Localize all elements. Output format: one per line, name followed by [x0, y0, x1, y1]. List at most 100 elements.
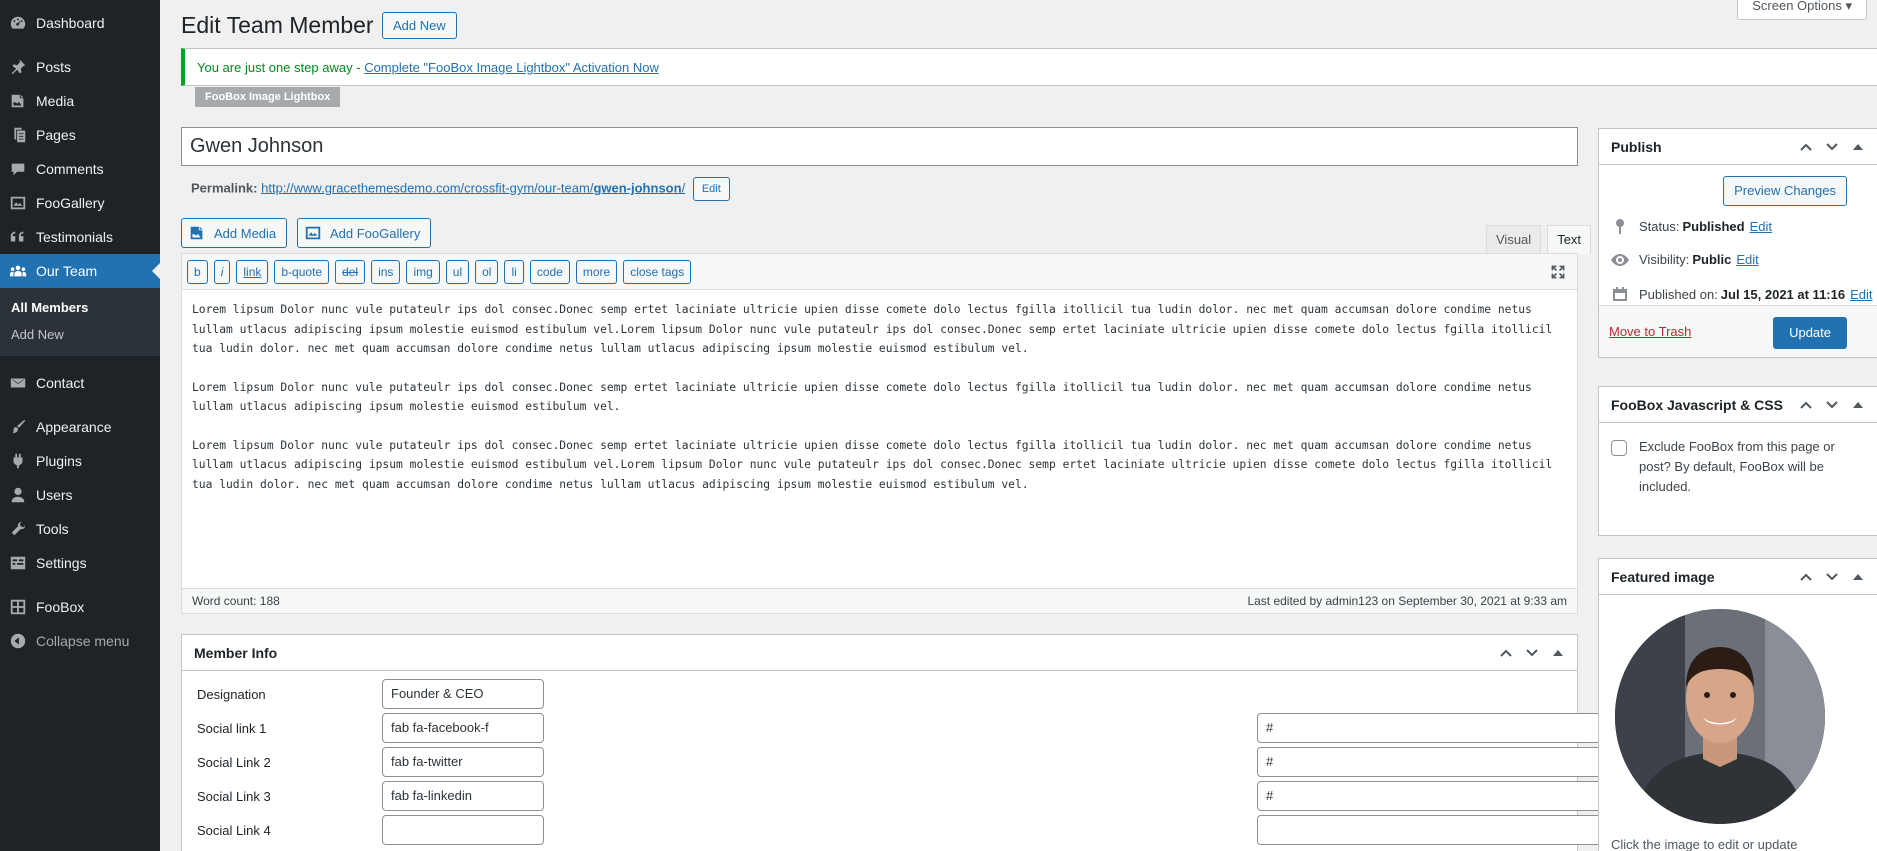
move-down-icon[interactable]	[1825, 570, 1839, 584]
pages-icon	[8, 125, 28, 145]
visibility-value: Public	[1692, 252, 1732, 267]
move-to-trash-link[interactable]: Move to Trash	[1609, 324, 1691, 339]
qt-bold-button[interactable]: b	[187, 259, 208, 284]
qt-ol-button[interactable]: ol	[475, 259, 499, 284]
exclude-foobox-checkbox[interactable]	[1611, 440, 1627, 456]
post-title-input[interactable]: Gwen Johnson	[181, 127, 1578, 166]
toggle-panel-icon[interactable]	[1851, 398, 1865, 412]
tab-visual[interactable]: Visual	[1486, 225, 1542, 254]
sidebar-item-our-team[interactable]: Our Team	[0, 254, 160, 288]
qt-code-button[interactable]: code	[529, 259, 570, 284]
wrench-icon	[8, 519, 28, 539]
sidebar-item-label: Appearance	[36, 419, 112, 435]
sidebar-item-plugins[interactable]: Plugins	[0, 444, 160, 478]
screen-options-button[interactable]: Screen Options ▾	[1737, 0, 1867, 20]
add-media-button[interactable]: Add Media	[181, 218, 288, 248]
move-up-icon[interactable]	[1799, 398, 1813, 412]
sidebar-item-posts[interactable]: Posts	[0, 50, 160, 84]
qt-ul-button[interactable]: ul	[445, 259, 470, 284]
permalink-trail: /	[681, 180, 686, 196]
activation-notice: You are just one step away - Complete "F…	[181, 48, 1877, 86]
editor-paragraph: Lorem lipsum Dolor nunc vule putateulr i…	[192, 438, 1553, 491]
sidebar-item-settings[interactable]: Settings	[0, 546, 160, 580]
featured-image-title: Featured image	[1611, 568, 1715, 585]
qt-li-button[interactable]: li	[504, 259, 524, 284]
pin-icon	[8, 57, 28, 77]
toggle-panel-icon[interactable]	[1851, 570, 1865, 584]
visibility-edit-link[interactable]: Edit	[1736, 252, 1758, 267]
tab-text[interactable]: Text	[1547, 225, 1592, 254]
toggle-panel-icon[interactable]	[1551, 646, 1565, 660]
featured-image-metabox: Featured image Click the image to edit o…	[1598, 558, 1877, 851]
sidebar-item-label: Comments	[36, 161, 104, 177]
foobox-js-metabox: FooBox Javascript & CSS Exclude FooBox f…	[1598, 386, 1877, 536]
social-link-4-row: Social Link 4	[197, 815, 1757, 845]
move-up-icon[interactable]	[1799, 140, 1813, 154]
qt-italic-button[interactable]: i	[213, 259, 231, 284]
update-button[interactable]: Update	[1773, 317, 1847, 349]
sidebar-item-dashboard[interactable]: Dashboard	[0, 6, 160, 40]
permalink-link[interactable]: http://www.gracethemesdemo.com/crossfit-…	[261, 180, 685, 195]
submenu-add-new[interactable]: Add New	[0, 321, 160, 348]
preview-changes-button[interactable]: Preview Changes	[1723, 176, 1847, 206]
sidebar-item-users[interactable]: Users	[0, 478, 160, 512]
move-down-icon[interactable]	[1825, 398, 1839, 412]
activation-link[interactable]: Complete "FooBox Image Lightbox" Activat…	[364, 60, 659, 75]
collapse-icon	[8, 631, 28, 651]
editor-textarea[interactable]: Lorem lipsum Dolor nunc vule putateulr i…	[182, 290, 1577, 523]
published-on-edit-link[interactable]: Edit	[1850, 287, 1872, 302]
brush-icon	[8, 417, 28, 437]
designation-input[interactable]: Founder & CEO	[382, 679, 544, 709]
sidebar-item-appearance[interactable]: Appearance	[0, 410, 160, 444]
move-down-icon[interactable]	[1825, 140, 1839, 154]
sidebar-item-tools[interactable]: Tools	[0, 512, 160, 546]
sidebar-item-contact[interactable]: Contact	[0, 366, 160, 400]
status-row: Status: Published Edit	[1611, 218, 1772, 234]
word-count: Word count: 188	[192, 594, 280, 608]
sidebar-item-comments[interactable]: Comments	[0, 152, 160, 186]
submenu-all-members[interactable]: All Members	[0, 294, 160, 321]
qt-more-button[interactable]: more	[575, 259, 618, 284]
permalink-edit-button[interactable]: Edit	[692, 177, 730, 201]
exclude-foobox-label: Exclude FooBox from this page or post? B…	[1639, 439, 1835, 494]
collapse-menu-button[interactable]: Collapse menu	[0, 624, 160, 658]
sidebar-item-label: FooGallery	[36, 195, 105, 211]
editor-paragraph: Lorem lipsum Dolor nunc vule putateulr i…	[192, 303, 1553, 355]
social-link-1-icon-input[interactable]: fab fa-facebook-f	[382, 713, 544, 743]
featured-image-photo[interactable]	[1615, 609, 1825, 824]
gallery-icon	[304, 224, 322, 242]
move-down-icon[interactable]	[1525, 646, 1539, 660]
qt-img-button[interactable]: img	[406, 259, 440, 284]
sidebar-item-testimonials[interactable]: Testimonials	[0, 220, 160, 254]
sidebar-item-foobox[interactable]: FooBox	[0, 590, 160, 624]
toggle-panel-icon[interactable]	[1851, 140, 1865, 154]
social-link-4-icon-input[interactable]	[382, 815, 544, 845]
add-new-button[interactable]: Add New	[382, 12, 457, 39]
sidebar-item-label: Tools	[36, 521, 69, 537]
qt-ins-button[interactable]: ins	[371, 259, 401, 284]
qt-close-tags-button[interactable]: close tags	[623, 259, 692, 284]
our-team-submenu: All Members Add New	[0, 288, 160, 356]
sidebar-item-label: Testimonials	[36, 229, 114, 245]
qt-link-button[interactable]: link	[236, 259, 269, 284]
social-link-1-row: Social link 1 fab fa-facebook-f #	[197, 713, 1757, 743]
qt-del-button[interactable]: del	[335, 259, 366, 284]
sidebar-item-foogallery[interactable]: FooGallery	[0, 186, 160, 220]
status-edit-link[interactable]: Edit	[1750, 219, 1772, 234]
social-link-3-icon-input[interactable]: fab fa-linkedin	[382, 781, 544, 811]
move-up-icon[interactable]	[1499, 646, 1513, 660]
metabox-controls	[1799, 398, 1865, 412]
fullscreen-icon[interactable]	[1550, 264, 1566, 280]
add-foogallery-button[interactable]: Add FooGallery	[297, 218, 432, 248]
editor-statusbar: Word count: 188 Last edited by admin123 …	[182, 588, 1577, 613]
screen-options-label: Screen Options	[1752, 0, 1842, 13]
move-up-icon[interactable]	[1799, 570, 1813, 584]
qt-blockquote-button[interactable]: b-quote	[274, 259, 330, 284]
social-link-1-label: Social link 1	[197, 720, 267, 736]
social-link-2-label: Social Link 2	[197, 754, 271, 770]
sidebar-item-pages[interactable]: Pages	[0, 118, 160, 152]
social-link-2-icon-input[interactable]: fab fa-twitter	[382, 747, 544, 777]
sidebar-item-media[interactable]: Media	[0, 84, 160, 118]
sidebar-item-label: Posts	[36, 59, 72, 75]
email-icon	[8, 373, 28, 393]
